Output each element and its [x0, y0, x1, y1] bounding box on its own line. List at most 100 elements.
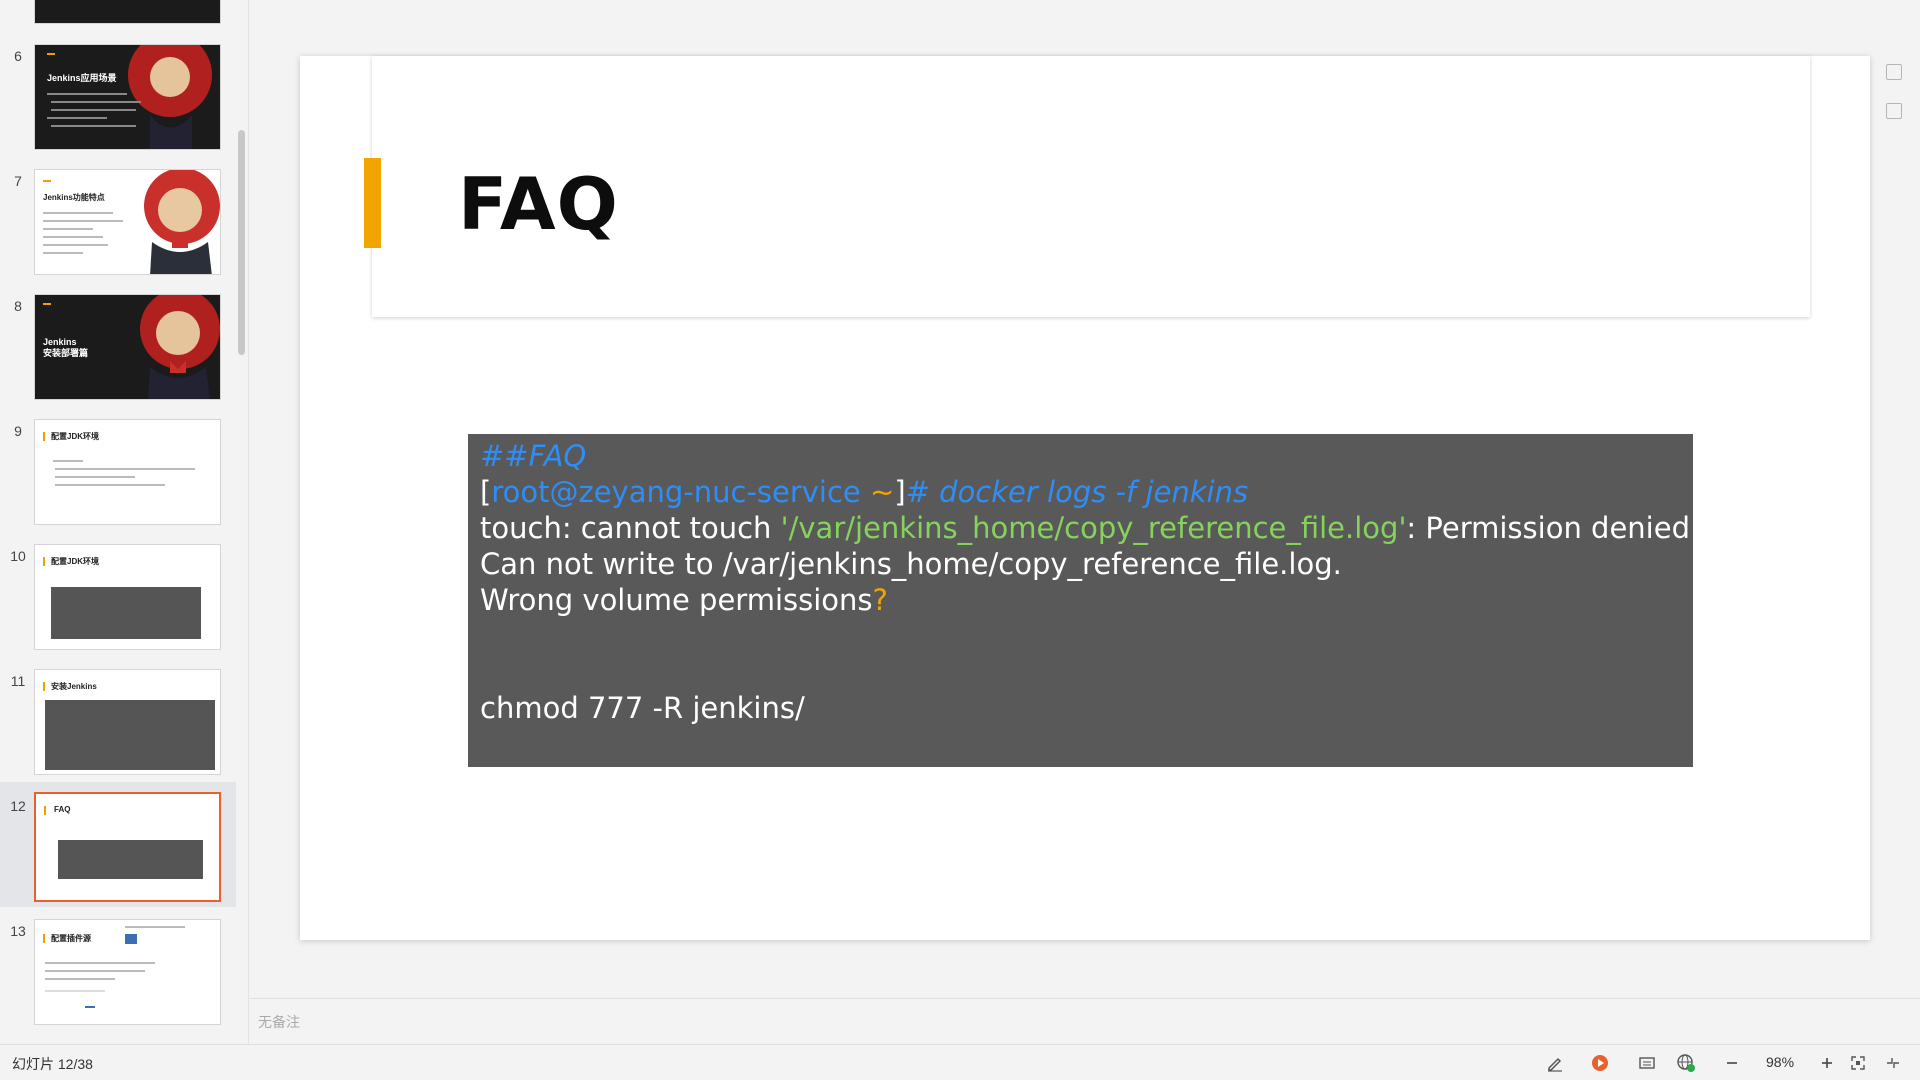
thumbnail-number: 6 [14, 48, 22, 64]
jenkins-mascot-icon [100, 45, 220, 149]
text-line [45, 962, 155, 964]
accent-mark [43, 557, 45, 566]
thumbnail-title: 配置JDK环境 [51, 432, 100, 441]
code-error-line: touch: cannot touch '/var/jenkins_home/c… [480, 510, 1690, 546]
web-globe-icon[interactable] [1676, 1053, 1696, 1073]
wrong-qmark: ? [872, 583, 888, 617]
code-block-preview [45, 700, 215, 770]
text-line [125, 926, 185, 928]
text-line [45, 970, 145, 972]
text-line [85, 1006, 95, 1008]
slide-title[interactable]: FAQ [458, 162, 619, 246]
text-line [43, 228, 93, 230]
prompt-host: root@zeyang-nuc-service [491, 475, 861, 509]
slide-thumbnail[interactable]: Jenkins功能特点 [34, 169, 221, 275]
slide-thumbnail-selected[interactable]: FAQ [34, 792, 221, 902]
thumbnail-number: 9 [14, 423, 22, 439]
play-slideshow-icon[interactable] [1590, 1053, 1610, 1073]
slide-canvas[interactable]: FAQ ##FAQ [root@zeyang-nuc-service ~]# d… [300, 56, 1870, 940]
screenshot-preview [125, 934, 137, 944]
slide-thumbnail-panel[interactable]: 6 Jenkins应用场景 7 Jenkins功能特点 8 Jenkins 安装… [0, 0, 249, 1044]
pen-icon[interactable] [1545, 1053, 1565, 1073]
text-line [43, 252, 83, 254]
slide-thumbnail[interactable]: Jenkins 安装部署篇 [34, 294, 221, 400]
zoom-level[interactable]: 98% [1766, 1054, 1794, 1070]
code-wrong-line: Can not write to /var/jenkins_home/copy_… [480, 546, 1400, 618]
text-line [45, 978, 115, 980]
notes-placeholder[interactable]: 无备注 [258, 1012, 300, 1032]
text-line [43, 212, 113, 214]
thumbnail-row-8[interactable]: 8 Jenkins 安装部署篇 [0, 292, 236, 404]
slide-counter: 幻灯片 12/38 [12, 1056, 93, 1072]
accent-mark [43, 934, 45, 943]
thumbnail-row-12[interactable]: 12 FAQ [0, 782, 236, 907]
thumbnail-row-13[interactable]: 13 配置插件源 [0, 917, 236, 1029]
thumbnail-number: 13 [10, 923, 26, 939]
notes-pane[interactable]: 无备注 [250, 998, 1920, 1044]
thumbnail-row-10[interactable]: 10 配置JDK环境 [0, 542, 236, 654]
code-block-preview [51, 587, 201, 639]
text-line [45, 990, 105, 992]
error-suffix: : Permission denied [1406, 511, 1690, 545]
thumbnail-number: 7 [14, 173, 22, 189]
code-prompt-line: [root@zeyang-nuc-service ~]# docker logs… [480, 474, 1681, 510]
slide-thumbnail[interactable]: 安装Jenkins [34, 669, 221, 775]
thumbnail-row-5[interactable] [0, 0, 236, 26]
reading-view-icon[interactable] [1637, 1053, 1657, 1073]
text-line [53, 460, 83, 462]
zoom-out-icon[interactable] [1722, 1053, 1742, 1073]
text-line [55, 484, 165, 486]
accent-mark [43, 180, 51, 182]
error-path: '/var/jenkins_home/copy_reference_file.l… [780, 511, 1407, 545]
text-line [55, 476, 135, 478]
thumbnail-number: 10 [10, 548, 26, 564]
thumbnail-number: 12 [10, 798, 26, 814]
slide-thumbnail[interactable]: 配置插件源 [34, 919, 221, 1025]
thumbnail-title: 配置JDK环境 [51, 557, 100, 566]
thumbnail-number: 11 [10, 673, 26, 689]
prompt-close: ] [894, 475, 906, 509]
wrong-text: Can not write to /var/jenkins_home/copy_… [480, 547, 1342, 617]
collapse-icon[interactable] [1883, 1053, 1903, 1073]
error-prefix: touch: cannot touch [480, 511, 781, 545]
thumbnail-row-7[interactable]: 7 Jenkins功能特点 [0, 167, 236, 279]
thumbnail-title: Jenkins应用场景 [47, 73, 117, 83]
text-line [51, 109, 136, 111]
background-icon[interactable] [1886, 103, 1902, 119]
accent-mark [44, 806, 46, 815]
layout-icon[interactable] [1886, 64, 1902, 80]
code-spacer [480, 618, 1681, 690]
code-block[interactable]: ##FAQ [root@zeyang-nuc-service ~]# docke… [468, 434, 1693, 767]
prompt-open: [ [480, 475, 492, 509]
slide-thumbnail[interactable]: Jenkins应用场景 [34, 44, 221, 150]
text-line [43, 220, 123, 222]
accent-mark [47, 53, 55, 55]
slide-thumbnail[interactable]: 配置JDK环境 [34, 544, 221, 650]
text-line [47, 117, 107, 119]
code-block-preview [58, 840, 203, 879]
zoom-in-icon[interactable] [1817, 1053, 1837, 1073]
text-line [51, 101, 141, 103]
text-line [55, 468, 195, 470]
jenkins-mascot-icon [100, 295, 220, 399]
thumbnail-number: 8 [14, 298, 22, 314]
text-line [43, 244, 108, 246]
thumbnail-row-11[interactable]: 11 安装Jenkins [0, 667, 236, 779]
accent-mark [43, 303, 51, 305]
thumbnail-row-6[interactable]: 6 Jenkins应用场景 [0, 42, 236, 154]
thumbnail-scrollbar[interactable] [238, 130, 245, 355]
prompt-tilde: ~ [860, 475, 895, 509]
slide-thumbnail[interactable] [34, 0, 221, 24]
accent-mark [43, 432, 45, 441]
title-accent-bar [364, 158, 381, 248]
fit-window-icon[interactable] [1848, 1053, 1868, 1073]
slide-thumbnail[interactable]: 配置JDK环境 [34, 419, 221, 525]
status-bar: 幻灯片 12/38 98% [0, 1044, 1920, 1080]
code-command: # docker logs -f jenkins [905, 475, 1249, 509]
jenkins-mascot-icon [100, 170, 220, 274]
thumbnail-title: Jenkins 安装部署篇 [43, 337, 89, 358]
thumbnail-title: FAQ [54, 805, 71, 814]
thumbnail-title: 安装Jenkins [51, 682, 97, 691]
thumbnail-row-9[interactable]: 9 配置JDK环境 [0, 417, 236, 529]
code-heading: ##FAQ [480, 439, 587, 473]
